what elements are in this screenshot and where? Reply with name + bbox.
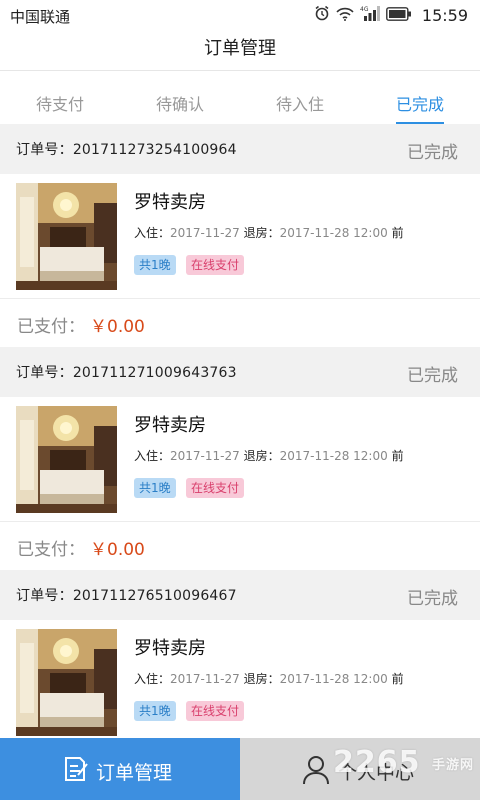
checkout-date: 2017-11-28 12:00 xyxy=(279,449,388,463)
tab-pending-payment[interactable]: 待支付 xyxy=(0,72,120,124)
tab-pending-confirm[interactable]: 待确认 xyxy=(120,72,240,124)
checkout-date: 2017-11-28 12:00 xyxy=(279,226,388,240)
stay-dates: 入住：2017-11-27 退房：2017-11-28 12:00 前 xyxy=(134,670,404,687)
checkout-label: 退房： xyxy=(243,226,280,240)
hotel-name: 罗特卖房 xyxy=(134,192,206,213)
checkout-date: 2017-11-28 12:00 xyxy=(279,672,388,686)
payment-method-tag: 在线支付 xyxy=(186,478,245,498)
battery-icon xyxy=(385,6,412,25)
hotel-name: 罗特卖房 xyxy=(134,638,206,659)
checkout-suffix: 前 xyxy=(391,226,404,240)
order-number: 订单号：201711276510096467 xyxy=(16,588,237,604)
carrier-name: 中国联通 xyxy=(10,8,71,26)
hotel-name: 罗特卖房 xyxy=(134,415,206,436)
order-number: 订单号：201711273254100964 xyxy=(16,142,237,158)
nav-order-management[interactable]: 订单管理 xyxy=(0,738,240,800)
nights-tag: 共1晚 xyxy=(134,701,176,721)
stay-dates: 入住：2017-11-27 退房：2017-11-28 12:00 前 xyxy=(134,447,404,464)
order-card[interactable]: 订单号：201711273254100964 已完成 罗特卖房 入住：2017-… xyxy=(0,124,480,347)
checkout-label: 退房： xyxy=(243,672,280,686)
alarm-icon xyxy=(314,5,330,25)
tab-completed[interactable]: 已完成 xyxy=(360,72,480,124)
order-status: 已完成 xyxy=(407,589,458,609)
order-list: 订单号：201711273254100964 已完成 罗特卖房 入住：2017-… xyxy=(0,124,480,793)
paid-amount: ￥0.00 xyxy=(90,540,145,560)
nights-tag: 共1晚 xyxy=(134,478,176,498)
page-title: 订单管理 xyxy=(204,38,276,59)
order-status: 已完成 xyxy=(407,366,458,386)
checkin-label: 入住： xyxy=(134,226,171,240)
order-footer: 已支付： ￥0.00 xyxy=(0,522,480,570)
checkout-suffix: 前 xyxy=(391,672,404,686)
nav-label: 订单管理 xyxy=(96,762,173,784)
edit-document-icon xyxy=(62,755,90,787)
user-icon xyxy=(302,755,330,789)
order-number: 订单号：201711271009643763 xyxy=(16,365,237,381)
wifi-icon xyxy=(336,6,354,25)
nights-tag: 共1晚 xyxy=(134,255,176,275)
checkin-date: 2017-11-27 xyxy=(170,449,240,463)
checkin-date: 2017-11-27 xyxy=(170,226,240,240)
checkin-label: 入住： xyxy=(134,449,171,463)
order-card[interactable]: 订单号：201711271009643763 已完成 罗特卖房 入住：2017-… xyxy=(0,347,480,570)
room-photo xyxy=(16,629,117,736)
order-header: 订单号：201711273254100964 已完成 xyxy=(0,124,480,174)
status-icons: 4G 15:59 xyxy=(314,4,468,26)
checkout-suffix: 前 xyxy=(391,449,404,463)
payment-method-tag: 在线支付 xyxy=(186,701,245,721)
signal-icon: 4G xyxy=(360,5,380,25)
order-status: 已完成 xyxy=(407,143,458,163)
paid-label: 已支付： xyxy=(17,317,85,337)
room-photo xyxy=(16,406,117,513)
payment-method-tag: 在线支付 xyxy=(186,255,245,275)
order-body[interactable]: 罗特卖房 入住：2017-11-27 退房：2017-11-28 12:00 前… xyxy=(0,174,480,299)
room-photo xyxy=(16,183,117,290)
order-header: 订单号：201711276510096467 已完成 xyxy=(0,570,480,620)
tab-pending-checkin[interactable]: 待入住 xyxy=(240,72,360,124)
status-bar: 中国联通 4G 15:59 xyxy=(0,0,480,28)
paid-label: 已支付： xyxy=(17,540,85,560)
site-watermark: 2265 手游网 xyxy=(333,745,474,780)
checkin-date: 2017-11-27 xyxy=(170,672,240,686)
paid-amount: ￥0.00 xyxy=(90,317,145,337)
order-body[interactable]: 罗特卖房 入住：2017-11-27 退房：2017-11-28 12:00 前… xyxy=(0,397,480,522)
order-footer: 已支付： ￥0.00 xyxy=(0,299,480,347)
checkout-label: 退房： xyxy=(243,449,280,463)
title-bar: 订单管理 xyxy=(0,28,480,71)
order-header: 订单号：201711271009643763 已完成 xyxy=(0,347,480,397)
order-tabs: 待支付 待确认 待入住 已完成 xyxy=(0,72,480,124)
stay-dates: 入住：2017-11-27 退房：2017-11-28 12:00 前 xyxy=(134,224,404,241)
status-time: 15:59 xyxy=(421,5,468,25)
network-type: 4G xyxy=(360,6,369,13)
order-body[interactable]: 罗特卖房 入住：2017-11-27 退房：2017-11-28 12:00 前… xyxy=(0,620,480,745)
checkin-label: 入住： xyxy=(134,672,171,686)
